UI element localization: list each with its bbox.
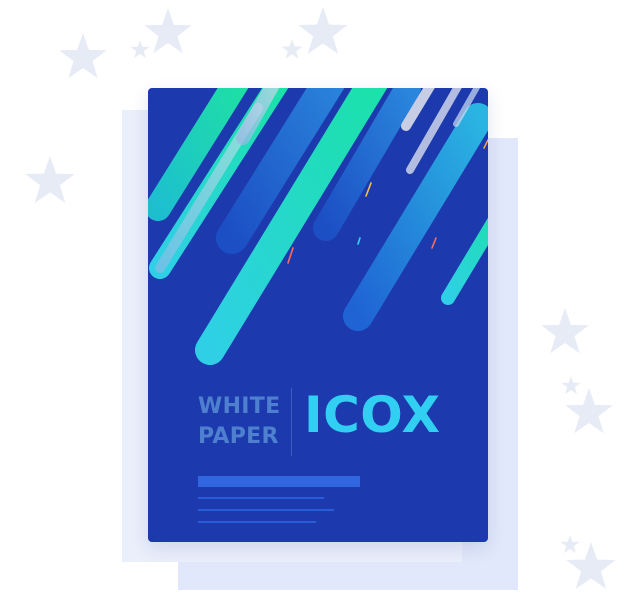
cover-label-line2: PAPER	[198, 424, 279, 449]
star-icon	[25, 156, 75, 204]
cover-label-line1: WHITE	[198, 394, 281, 419]
star-icon	[565, 388, 613, 434]
label-divider	[291, 388, 292, 456]
star-icon	[541, 308, 589, 354]
whitepaper-illustration: WHITE PAPER ICOX	[0, 0, 640, 604]
star-icon	[281, 39, 303, 59]
placeholder-text-line	[198, 497, 324, 499]
placeholder-text-line	[198, 509, 334, 511]
cover-label: WHITE PAPER	[198, 392, 280, 452]
brand-title: ICOX	[304, 386, 441, 444]
whitepaper-cover: WHITE PAPER ICOX	[148, 88, 488, 542]
star-icon	[561, 376, 581, 395]
star-icon	[298, 7, 348, 55]
cover-artwork	[148, 88, 488, 542]
star-icon	[59, 33, 107, 79]
star-icon	[144, 8, 192, 54]
placeholder-heading-bar	[198, 476, 360, 487]
star-icon	[560, 535, 580, 554]
star-icon	[130, 40, 150, 59]
placeholder-text-line	[198, 521, 316, 523]
